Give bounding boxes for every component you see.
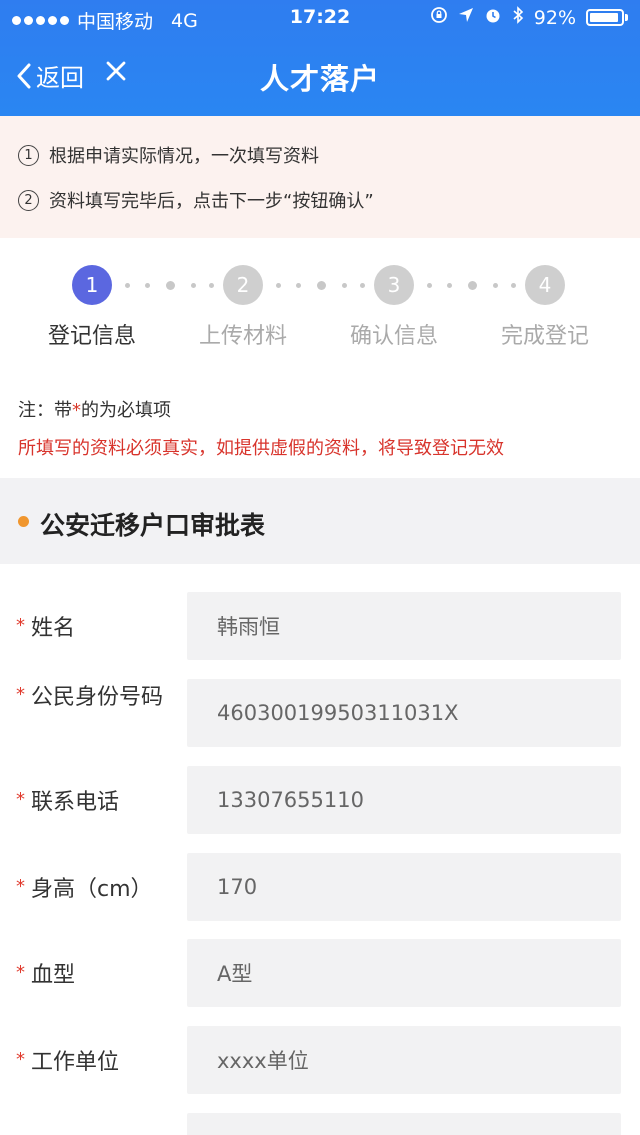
alarm-icon <box>484 6 502 29</box>
form-label-blood-type: * 血型 <box>16 957 75 989</box>
label-text: 公民身份号码 <box>31 685 164 710</box>
app-header: 中国移动 4G 17:22 92% 返回 人才落户 <box>0 0 640 116</box>
label-text: 联系电话 <box>31 790 120 815</box>
back-chevron-icon <box>17 63 31 88</box>
battery-icon <box>586 9 628 26</box>
required-note-prefix: 注：带 <box>18 400 72 421</box>
required-mark: * <box>16 615 25 636</box>
step-1-label: 登记信息 <box>47 324 136 349</box>
back-label: 返回 <box>36 64 84 92</box>
battery-fill <box>590 13 618 22</box>
step-3-label: 确认信息 <box>349 324 438 349</box>
instruction-item: 2 资料填写完毕后，点击下一步“按钮确认” <box>18 187 374 213</box>
name-field[interactable]: 韩雨恒 <box>187 592 621 660</box>
form-label-phone: * 联系电话 <box>16 784 119 816</box>
next-field-partial[interactable] <box>187 1113 621 1135</box>
form-label-employer: * 工作单位 <box>16 1044 119 1076</box>
battery-percent: 92% <box>533 6 576 29</box>
step-2-circle: 2 <box>223 265 263 305</box>
required-note: 注：带*的为必填项 <box>18 396 171 422</box>
step-number-badge: 1 <box>18 144 39 166</box>
step-4-label: 完成登记 <box>500 324 589 349</box>
required-mark: * <box>16 876 25 897</box>
form-label-height: * 身高（cm） <box>16 871 153 903</box>
instruction-text: 资料填写完毕后，点击下一步“按钮确认” <box>49 191 374 212</box>
instructions-panel: 1 根据申请实际情况，一次填写资料 2 资料填写完毕后，点击下一步“按钮确认” <box>0 116 640 238</box>
back-button[interactable]: 返回 <box>16 58 84 93</box>
label-text: 工作单位 <box>31 1050 120 1075</box>
authenticity-warning: 所填写的资料必须真实，如提供虚假的资料，将导致登记无效 <box>18 438 504 459</box>
label-text: 血型 <box>31 963 76 988</box>
step-3-circle: 3 <box>374 265 414 305</box>
status-bar: 中国移动 4G 17:22 92% <box>0 0 640 36</box>
nav-bar: 返回 人才落户 <box>0 36 640 116</box>
phone-field[interactable]: 13307655110 <box>187 766 621 834</box>
close-icon <box>106 61 126 81</box>
label-text: 身高（cm） <box>31 877 153 902</box>
id-number-field[interactable]: 46030019950311031X <box>187 679 621 747</box>
label-text: 姓名 <box>31 616 76 641</box>
progress-stepper: 1 2 3 4 登记信息 上传材料 确认信息 完成登记 <box>0 238 640 378</box>
section-bullet-icon <box>18 516 29 527</box>
page-title: 人才落户 <box>259 62 380 96</box>
employer-field[interactable]: xxxx单位 <box>187 1026 621 1094</box>
instruction-text: 根据申请实际情况，一次填写资料 <box>49 146 319 167</box>
section-title: 公安迁移户口审批表 <box>40 511 266 540</box>
form-label-name: * 姓名 <box>16 610 75 642</box>
section-header: 公安迁移户口审批表 <box>0 478 640 564</box>
height-field[interactable]: 170 <box>187 853 621 921</box>
bluetooth-icon <box>512 6 524 29</box>
step-number-badge: 2 <box>18 189 39 211</box>
blood-type-field[interactable]: A型 <box>187 939 621 1007</box>
required-mark: * <box>16 789 25 810</box>
step-4-circle: 4 <box>525 265 565 305</box>
location-arrow-icon <box>458 7 474 28</box>
lock-rotation-icon <box>430 6 448 29</box>
instruction-item: 1 根据申请实际情况，一次填写资料 <box>18 142 319 168</box>
close-button[interactable] <box>103 58 129 88</box>
required-mark: * <box>16 684 25 705</box>
required-note-suffix: 的为必填项 <box>81 400 171 421</box>
step-1-circle: 1 <box>72 265 112 305</box>
required-star: * <box>72 400 81 421</box>
step-2-label: 上传材料 <box>198 324 287 349</box>
required-mark: * <box>16 962 25 983</box>
required-mark: * <box>16 1049 25 1070</box>
form-label-id-number: * 公民身份号码 <box>16 679 163 711</box>
